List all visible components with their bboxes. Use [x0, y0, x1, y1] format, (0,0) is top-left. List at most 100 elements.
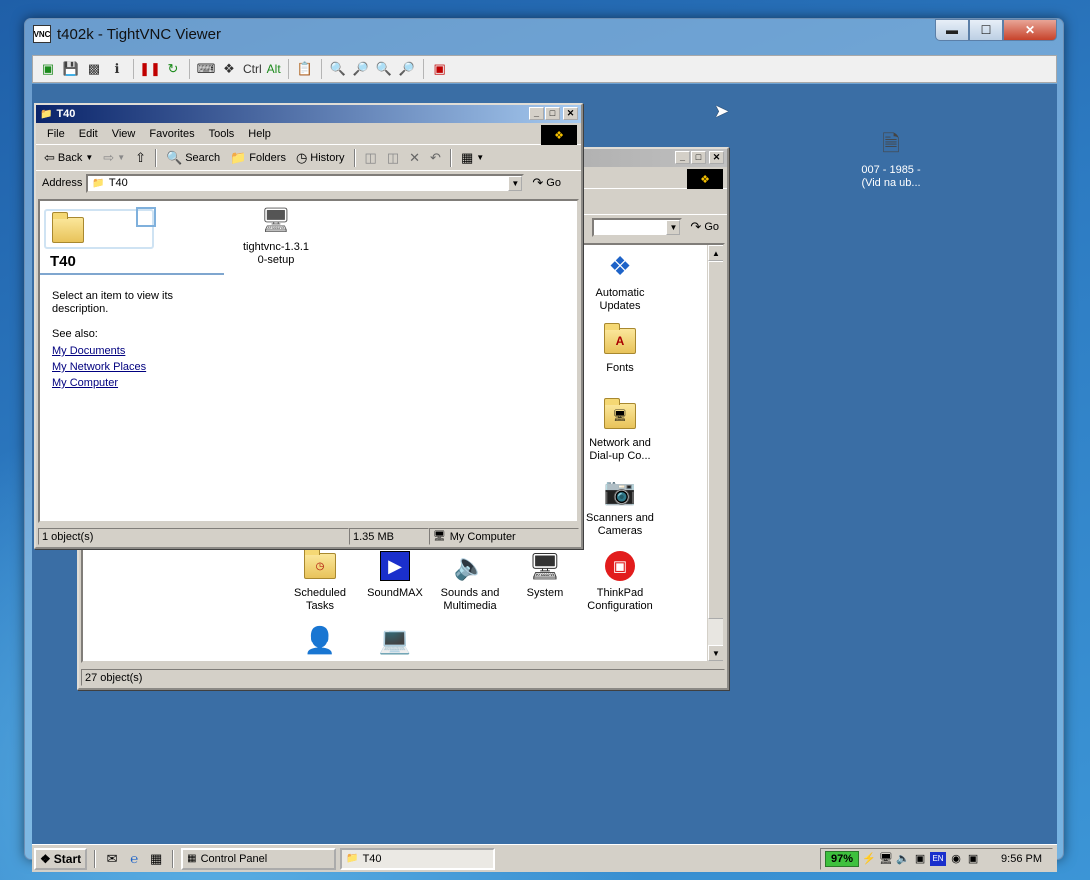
power-plug-icon[interactable]: ⚡ — [862, 852, 876, 866]
network-icon[interactable]: 🖥 — [879, 852, 893, 866]
ctrl-alt-del-icon[interactable]: ⌨ — [197, 60, 216, 78]
address-value: T40 — [108, 177, 128, 189]
close-button[interactable]: ✕ — [563, 107, 578, 120]
scroll-thumb[interactable] — [708, 261, 723, 619]
task-t40[interactable]: 📁 T40 — [340, 847, 496, 870]
maximize-button[interactable]: ☐ — [969, 19, 1003, 41]
refresh-icon[interactable]: ↻ — [164, 60, 182, 78]
clock[interactable]: 9:56 PM — [1001, 853, 1042, 865]
scroll-up-button[interactable]: ▲ — [708, 245, 723, 261]
alt-key-button[interactable]: Alt — [267, 60, 281, 78]
zoom-in-icon[interactable]: 🔍 — [329, 60, 347, 78]
menu-help[interactable]: Help — [241, 128, 278, 140]
options-icon[interactable]: ▩ — [85, 60, 103, 78]
desktop-file-icon[interactable]: 🗎 007 - 1985 - (Vid na ub... — [846, 126, 936, 190]
chevron-down-icon[interactable]: ▼ — [666, 219, 681, 235]
toolbar-separator — [189, 59, 190, 79]
back-button[interactable]: ⇦ Back ▼ — [40, 147, 97, 169]
cp-wireless-link[interactable]: 💻 — [355, 623, 435, 661]
cp-network-dialup[interactable]: 🖥 Network and Dial-up Co... — [580, 398, 660, 463]
move-to-button[interactable]: ◫ — [361, 147, 381, 169]
fullscreen-icon[interactable]: ▣ — [431, 60, 449, 78]
copy-to-button[interactable]: ◫ — [383, 147, 403, 169]
minimize-button[interactable]: ▬ — [935, 19, 969, 41]
quicklaunch-outlook-icon[interactable]: ✉ — [103, 850, 121, 868]
delete-button[interactable]: ✕ — [405, 147, 424, 169]
cp-sounds-multimedia[interactable]: 🔈 Sounds and Multimedia — [430, 549, 510, 613]
network-folder-icon: 🖥 — [603, 398, 637, 433]
clipboard-icon[interactable]: 📋 — [296, 60, 314, 78]
mouse-cursor-icon: ➤ — [714, 101, 730, 121]
close-button[interactable]: ✕ — [709, 151, 724, 164]
info-icon[interactable]: ℹ — [108, 60, 126, 78]
link-my-documents[interactable]: My Documents — [52, 345, 146, 357]
cp-thinkpad-configuration[interactable]: ▣ ThinkPad Configuration — [580, 549, 660, 613]
maximize-button[interactable]: □ — [691, 151, 706, 164]
menu-favorites[interactable]: Favorites — [142, 128, 201, 140]
save-icon[interactable]: 💾 — [62, 60, 80, 78]
history-button[interactable]: ◷ History — [292, 147, 349, 169]
status-zone: 🖥 My Computer — [429, 528, 579, 545]
menu-file[interactable]: File — [40, 128, 72, 140]
cp-scanners-cameras[interactable]: 📷 Scanners and Cameras — [580, 474, 660, 538]
search-icon: 🔍 — [166, 149, 183, 165]
cp-automatic-updates[interactable]: ❖ Automatic Updates — [580, 249, 660, 313]
link-my-network-places[interactable]: My Network Places — [52, 361, 146, 373]
chevron-down-icon[interactable]: ▼ — [508, 175, 523, 191]
close-button[interactable]: ✕ — [1003, 19, 1057, 41]
language-indicator[interactable]: EN — [930, 851, 947, 866]
ctrl-key-button[interactable]: Ctrl — [243, 60, 262, 78]
start-button[interactable]: ❖ Start — [34, 847, 88, 870]
zoom-100-icon[interactable]: 🔍 — [375, 60, 393, 78]
computer-icon: 🖥 — [433, 531, 446, 542]
cp-fonts[interactable]: A Fonts — [580, 323, 660, 375]
control-panel-statusbar: 27 object(s) — [81, 669, 725, 687]
go-button[interactable]: ↷ Go — [686, 216, 723, 238]
file-item[interactable]: 🖥 tightvnc-1.3.1 0-setup — [236, 203, 316, 267]
control-panel-window-controls: _ □ ✕ — [675, 151, 724, 164]
cp-users-passwords[interactable]: 👤 — [280, 623, 360, 661]
volume-icon[interactable]: 🔈 — [896, 852, 910, 866]
undo-button[interactable]: ↶ — [426, 147, 445, 169]
toolbar-separator — [320, 59, 322, 79]
battery-indicator[interactable]: 97% — [825, 850, 860, 867]
cp-soundmax[interactable]: ▶ SoundMAX — [355, 549, 435, 600]
tray-app-icon[interactable]: ◉ — [949, 852, 963, 866]
search-button[interactable]: 🔍 Search — [162, 147, 224, 169]
go-button[interactable]: ↷ Go — [528, 172, 565, 194]
forward-button[interactable]: ⇨ ▼ — [99, 147, 129, 169]
address-input[interactable]: 📁 T40 ▼ — [86, 173, 525, 193]
remote-taskbar: ❖ Start ✉ ℮ ▦ ▦ Control Panel 📁 T40 97% … — [32, 844, 1057, 872]
views-icon: ▦ — [460, 149, 474, 165]
folders-button[interactable]: 📁 Folders — [226, 147, 290, 169]
new-connection-icon[interactable]: ▣ — [39, 60, 57, 78]
quicklaunch-ie-icon[interactable]: ℮ — [125, 850, 143, 868]
maximize-button[interactable]: □ — [545, 107, 560, 120]
quicklaunch-desktop-icon[interactable]: ▦ — [147, 850, 165, 868]
views-button[interactable]: ▦ ▼ — [457, 147, 488, 169]
t40-titlebar[interactable]: 📁 T40 _ □ ✕ — [36, 105, 581, 123]
menu-tools[interactable]: Tools — [202, 128, 242, 140]
zoom-out-icon[interactable]: 🔎 — [352, 60, 370, 78]
zoom-fit-icon[interactable]: 🔎 — [398, 60, 416, 78]
address-input[interactable]: ▼ — [592, 217, 683, 237]
minimize-button[interactable]: _ — [675, 151, 690, 164]
cp-system[interactable]: 🖥 System — [505, 549, 585, 600]
vnc-tray-icon[interactable]: ▣ — [966, 852, 980, 866]
menu-edit[interactable]: Edit — [72, 128, 105, 140]
toolbar-separator — [155, 148, 158, 167]
vertical-scrollbar[interactable]: ▲ ▼ — [707, 245, 723, 661]
win-key-icon[interactable]: ❖ — [220, 60, 238, 78]
link-my-computer[interactable]: My Computer — [52, 377, 146, 389]
scroll-down-button[interactable]: ▼ — [708, 645, 723, 661]
viewer-toolbar: ▣ 💾 ▩ ℹ ❚❚ ↻ ⌨ ❖ Ctrl Alt 📋 🔍 🔎 🔍 🔎 ▣ — [32, 55, 1057, 83]
minimize-button[interactable]: _ — [529, 107, 544, 120]
soundmax-icon: ▶ — [378, 549, 412, 583]
display-icon[interactable]: ▣ — [913, 852, 927, 866]
cp-scheduled-tasks[interactable]: ◷ Scheduled Tasks — [280, 548, 360, 613]
pause-icon[interactable]: ❚❚ — [139, 60, 161, 78]
task-control-panel[interactable]: ▦ Control Panel — [181, 847, 337, 870]
menu-view[interactable]: View — [105, 128, 143, 140]
up-folder-button[interactable]: ⇧ — [131, 147, 150, 169]
move-to-icon: ◫ — [364, 149, 377, 165]
